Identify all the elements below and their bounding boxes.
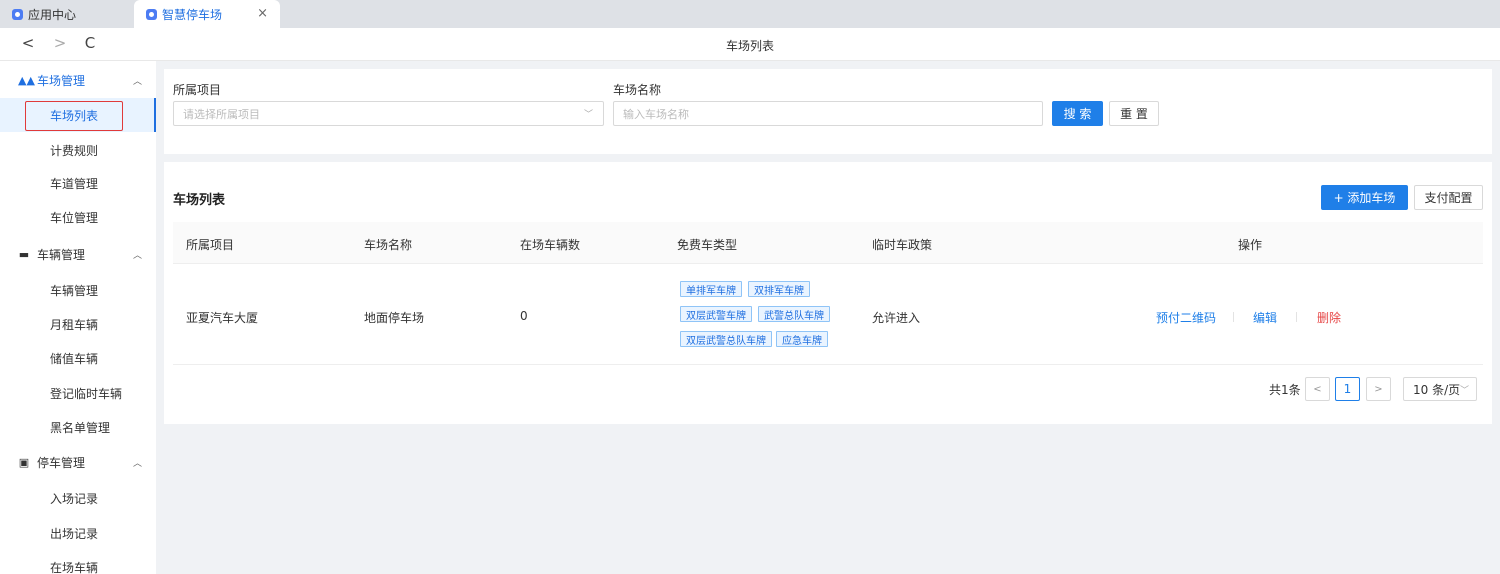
column-header: 车场名称 (364, 238, 413, 252)
cell-vehicle-count: 0 (520, 309, 528, 323)
tab-app-center[interactable]: 应用中心 (0, 0, 134, 28)
column-header: 操作 (1238, 238, 1263, 252)
road-icon: ▲▲ (18, 73, 35, 87)
browser-tab-bar: 应用中心 智慧停车场 × (0, 0, 1500, 28)
sidebar-item-billing-rules[interactable]: 计费规则 (0, 133, 156, 167)
chevron-down-icon: ﹀ (583, 110, 593, 120)
sidebar-group-label: 停车管理 (37, 455, 86, 470)
free-type-tag: 武警总队车牌 (758, 306, 830, 322)
column-header: 免费车类型 (677, 238, 738, 252)
sidebar-item-label: 黑名单管理 (50, 420, 111, 435)
chevron-up-icon: ︿ (132, 77, 142, 87)
add-parking-button[interactable]: + 添加车场 (1321, 185, 1408, 210)
nav-bar: < > C 车场列表 (0, 28, 1500, 61)
filter-panel: 所属项目 请选择所属项目 ﹀ 车场名称 输入车场名称 搜 索 重 置 (164, 69, 1492, 154)
project-placeholder: 请选择所属项目 (183, 107, 260, 121)
cell-parking-name: 地面停车场 (364, 311, 425, 325)
sidebar-group-label: 车场管理 (37, 73, 86, 88)
list-title: 车场列表 (173, 193, 226, 208)
pagination-total: 共1条 (1269, 383, 1301, 397)
free-type-tag: 双层武警车牌 (680, 306, 752, 322)
project-select[interactable]: 请选择所属项目 ﹀ (173, 101, 604, 126)
sidebar-item-label: 入场记录 (50, 491, 99, 506)
sidebar-item-label: 月租车辆 (50, 317, 99, 332)
parking-name-input[interactable]: 输入车场名称 (613, 101, 1043, 126)
sidebar-group-parking-lot[interactable]: ▲▲ 车场管理 ︿ (0, 63, 156, 97)
sidebar-item-parking-list[interactable]: 车场列表 (0, 98, 156, 132)
column-header: 在场车辆数 (520, 238, 581, 252)
sidebar-item-label: 计费规则 (50, 143, 99, 158)
sidebar-item-lane-management[interactable]: 车道管理 (0, 166, 156, 200)
delete-link[interactable]: 删除 (1317, 309, 1341, 326)
page-size-select[interactable]: 10 条/页 ﹀ (1403, 377, 1477, 401)
sidebar-group-label: 车辆管理 (37, 247, 86, 262)
sidebar-item-monthly-vehicles[interactable]: 月租车辆 (0, 307, 156, 341)
sidebar-item-label: 车辆管理 (50, 283, 99, 298)
column-header: 所属项目 (186, 238, 235, 252)
page-size-value: 10 条/页 (1413, 382, 1461, 397)
prev-page-button[interactable]: < (1305, 377, 1330, 401)
sidebar-item-label: 出场记录 (50, 526, 99, 541)
cell-temp-policy: 允许进入 (872, 311, 921, 325)
sidebar-item-space-management[interactable]: 车位管理 (0, 200, 156, 234)
search-button[interactable]: 搜 索 (1052, 101, 1103, 126)
chevron-up-icon: ︿ (132, 459, 142, 469)
prepay-qrcode-link[interactable]: 预付二维码 (1156, 309, 1216, 326)
parking-name-label: 车场名称 (613, 83, 662, 97)
parking-icon: ▣ (18, 455, 30, 469)
close-icon[interactable]: × (257, 6, 268, 21)
edit-link[interactable]: 编辑 (1253, 309, 1277, 326)
sidebar-item-label: 储值车辆 (50, 351, 99, 366)
sidebar-item-temp-vehicle-register[interactable]: 登记临时车辆 (0, 376, 156, 410)
sidebar-group-parking[interactable]: ▣ 停车管理 ︿ (0, 445, 156, 479)
table-header: 所属项目 车场名称 在场车辆数 免费车类型 临时车政策 操作 (173, 222, 1483, 264)
table-row: 亚夏汽车大厦 地面停车场 0 单排军车牌 双排军车牌 双层武警车牌 武警总队车牌… (173, 264, 1483, 365)
sidebar-item-entry-records[interactable]: 入场记录 (0, 481, 156, 515)
tab-label: 智慧停车场 (162, 7, 223, 22)
parking-list-panel: 车场列表 + 添加车场 支付配置 所属项目 车场名称 在场车辆数 免费车类型 临… (164, 162, 1492, 424)
project-label: 所属项目 (173, 83, 222, 97)
cell-project: 亚夏汽车大厦 (186, 311, 259, 325)
page-button[interactable]: 1 (1335, 377, 1360, 401)
payment-config-button[interactable]: 支付配置 (1414, 185, 1483, 210)
free-type-tag: 双层武警总队车牌 (680, 331, 772, 347)
sidebar-item-stored-value-vehicles[interactable]: 储值车辆 (0, 341, 156, 375)
sidebar-item-label: 在场车辆 (50, 560, 99, 574)
free-type-tag: 应急车牌 (776, 331, 828, 347)
tab-label: 应用中心 (28, 7, 77, 22)
column-header: 临时车政策 (872, 238, 933, 252)
sidebar-item-label: 车位管理 (50, 210, 99, 225)
next-page-button[interactable]: > (1366, 377, 1391, 401)
smart-parking-icon (146, 8, 157, 20)
sidebar-item-blacklist[interactable]: 黑名单管理 (0, 410, 156, 444)
page-title: 车场列表 (725, 39, 774, 53)
divider (1296, 312, 1297, 322)
chevron-down-icon: ﹀ (1459, 386, 1469, 396)
free-type-tag: 双排军车牌 (748, 281, 810, 297)
parking-name-placeholder: 输入车场名称 (623, 107, 689, 121)
sidebar: ▲▲ 车场管理 ︿ 车场列表 计费规则 车道管理 车位管理 ▬ 车辆管理 ︿ 车… (0, 61, 156, 574)
sidebar-item-vehicles-on-site[interactable]: 在场车辆 (0, 550, 156, 574)
reset-button[interactable]: 重 置 (1109, 101, 1159, 126)
free-type-tag: 单排军车牌 (680, 281, 742, 297)
app-center-icon (12, 8, 23, 20)
sidebar-item-label: 登记临时车辆 (50, 386, 123, 401)
sidebar-item-exit-records[interactable]: 出场记录 (0, 516, 156, 550)
sidebar-group-vehicle[interactable]: ▬ 车辆管理 ︿ (0, 237, 156, 271)
car-icon: ▬ (18, 247, 30, 261)
divider (1233, 312, 1234, 322)
tab-smart-parking[interactable]: 智慧停车场 × (134, 0, 280, 28)
sidebar-item-label: 车道管理 (50, 176, 99, 191)
chevron-up-icon: ︿ (132, 251, 142, 261)
highlight-box (25, 101, 123, 131)
sidebar-item-vehicle-management[interactable]: 车辆管理 (0, 273, 156, 307)
